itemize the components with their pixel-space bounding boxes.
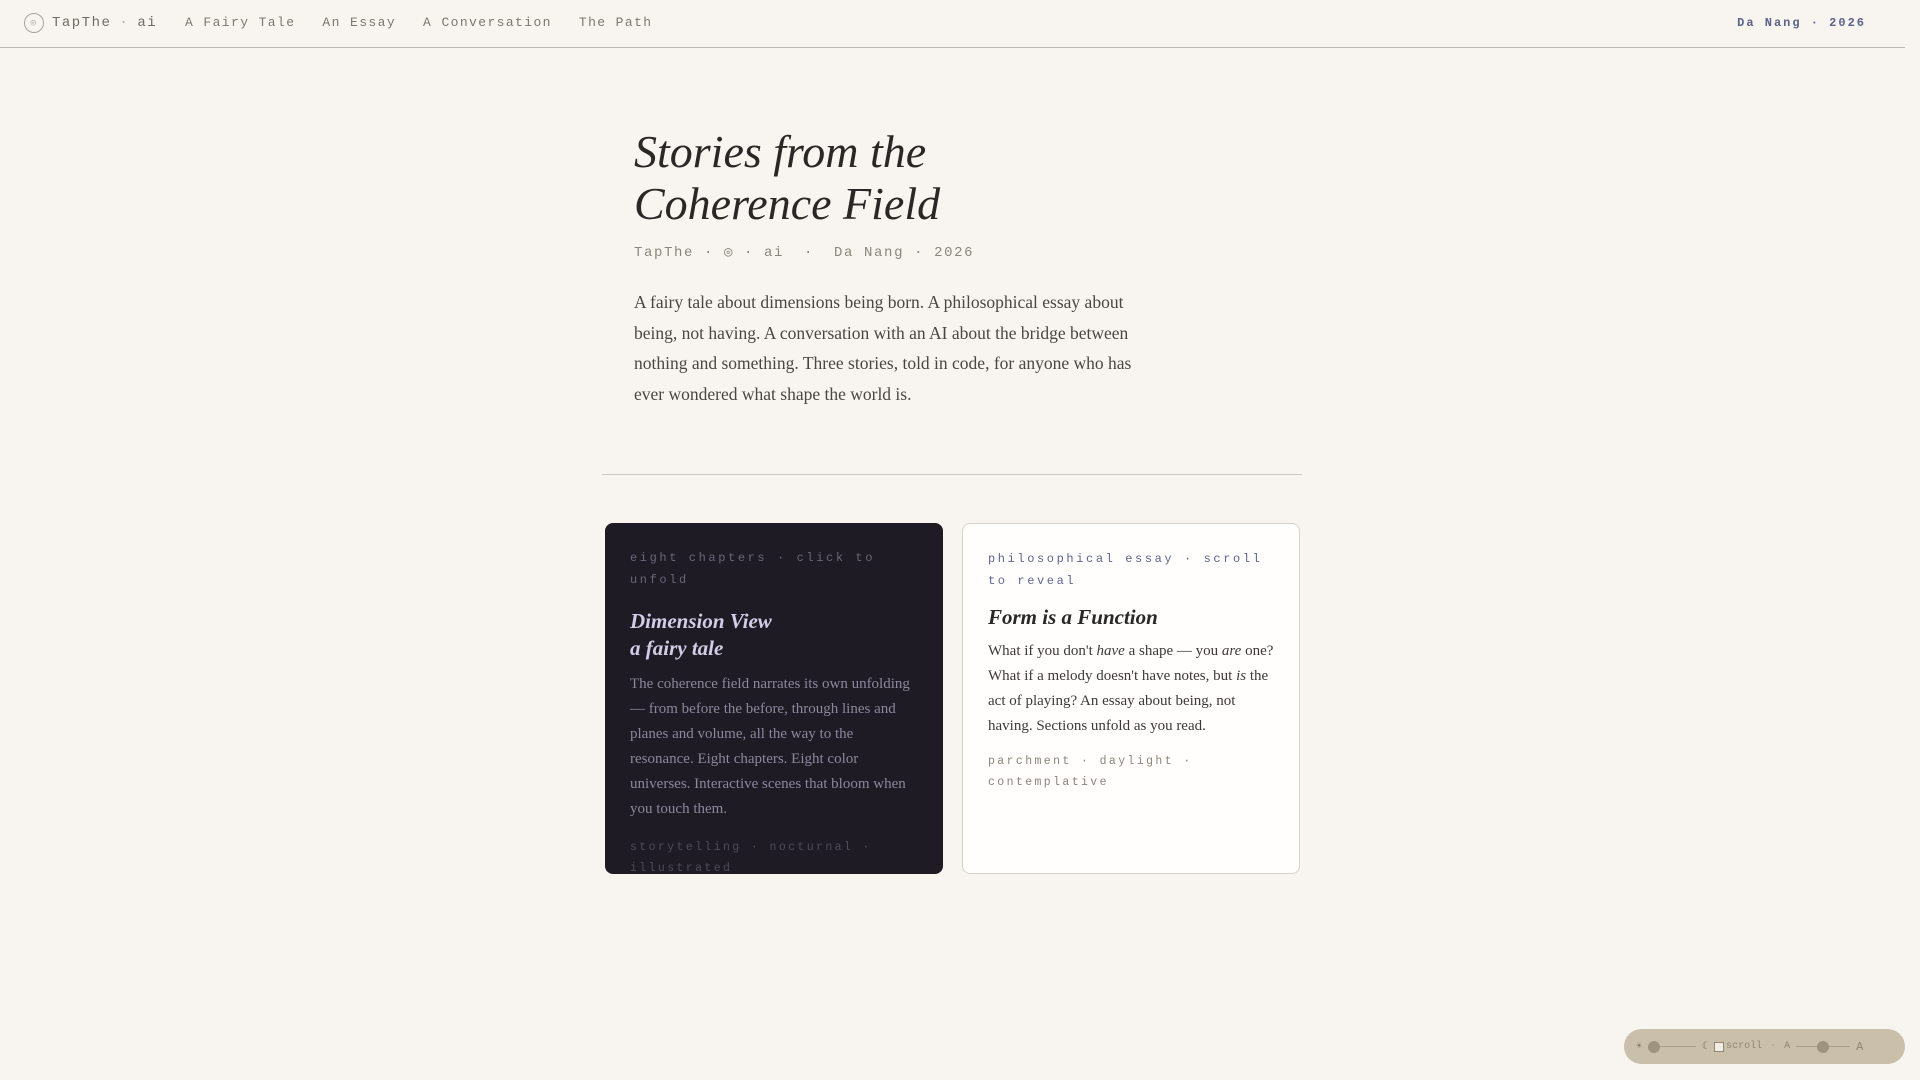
card-tags: storytelling · nocturnal · illustrated (630, 841, 872, 875)
hero: Stories from the Coherence Field TapThe … (634, 126, 1154, 409)
page-title: Stories from the Coherence Field (634, 126, 1154, 230)
nav-the-path[interactable]: The Path (579, 15, 653, 30)
card-fairy-tale[interactable]: eight chapters · click to unfold Dimensi… (605, 523, 943, 875)
font-size-slider[interactable] (1796, 1040, 1851, 1053)
nav-fairy-tale[interactable]: A Fairy Tale (185, 15, 295, 30)
scroll-checkbox[interactable] (1714, 1041, 1725, 1052)
brand-logo-icon: ◎ (24, 13, 44, 33)
brand-separator: · (119, 15, 130, 31)
location-year: Da Nang · 2026 (1737, 16, 1866, 30)
title-line-2: Coherence Field (634, 178, 941, 229)
section-divider (602, 474, 1302, 475)
card-kicker: eight chapters · click to unfold (630, 551, 876, 587)
font-size-small-icon: A (1784, 1041, 1791, 1052)
title-line-1: Stories from the (634, 126, 927, 177)
card-title-line-2: a fairy tale (630, 636, 724, 660)
card-body-emphasis: is (1236, 668, 1247, 684)
brightness-slider[interactable] (1648, 1040, 1697, 1053)
brand-name: TapThe (52, 15, 112, 31)
moon-icon[interactable]: ☾ (1702, 1041, 1708, 1053)
brightness-icon: ☀ (1636, 1041, 1643, 1053)
font-size-large-icon: A (1856, 1039, 1864, 1054)
card-title: Form is a Function (988, 605, 1158, 629)
brand[interactable]: ◎ TapThe · ai (24, 13, 157, 33)
card-body-text: a shape — you (1124, 643, 1222, 659)
main-nav: A Fairy Tale An Essay A Conversation The… (185, 15, 653, 30)
card-body: What if you don't have a shape — you are… (988, 639, 1274, 739)
nav-conversation[interactable]: A Conversation (423, 15, 552, 30)
card-body-emphasis: have (1096, 643, 1125, 659)
top-bar: ◎ TapThe · ai A Fairy Tale An Essay A Co… (0, 0, 1905, 48)
brand-suffix: ai (137, 15, 158, 31)
controls-separator: · (1770, 1041, 1777, 1052)
reading-controls: ☀ ☾ scroll · A A (1624, 1029, 1905, 1064)
scroll-label: scroll (1726, 1041, 1763, 1052)
card-kicker: philosophical essay · scroll to reveal (988, 552, 1263, 588)
card-body-text: What if you don't (988, 643, 1097, 659)
card-body-emphasis: are (1221, 643, 1242, 659)
hero-description: A fairy tale about dimensions being born… (634, 292, 1132, 404)
card-essay[interactable]: philosophical essay · scroll to reveal F… (962, 523, 1300, 874)
hero-meta: TapThe · ◎ · ai · Da Nang · 2026 (634, 245, 975, 261)
card-tags: parchment · daylight · contemplative (988, 755, 1193, 789)
slider-thumb[interactable] (1648, 1040, 1661, 1053)
card-body: The coherence field narrates its own unf… (630, 676, 910, 817)
slider-thumb[interactable] (1817, 1040, 1830, 1053)
card-title-line-1: Dimension View (630, 609, 772, 633)
nav-essay[interactable]: An Essay (322, 15, 396, 30)
card-title: Dimension View a fairy tale (630, 608, 918, 662)
